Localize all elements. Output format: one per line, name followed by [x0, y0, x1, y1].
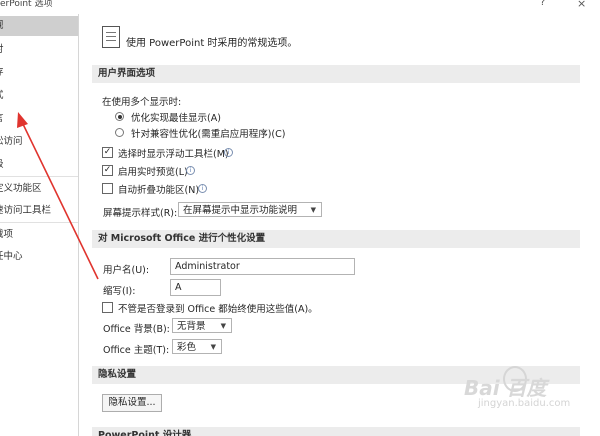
sidebar-item-customize-ribbon[interactable]: 定义功能区: [0, 179, 78, 199]
watermark-url: jingyan.baidu.com: [478, 398, 571, 409]
office-background-value: 无背景: [177, 321, 206, 332]
options-sidebar: 规 对 存 式 言 松访问 级 定义功能区 速访问工具栏 载项 任中心: [0, 14, 79, 436]
username-value: Administrator: [175, 261, 240, 272]
sidebar-item-proofing[interactable]: 对: [0, 40, 78, 60]
checkbox-collapse-ribbon[interactable]: [102, 183, 113, 194]
checkbox-live-preview[interactable]: ✓: [102, 165, 113, 176]
section-header-ui-options: 用户界面选项: [92, 65, 580, 83]
info-icon: i: [186, 166, 195, 175]
privacy-settings-button[interactable]: 隐私设置...: [102, 394, 162, 412]
tooltip-style-value: 在屏幕提示中显示功能说明: [183, 205, 298, 216]
chevron-down-icon: ▼: [310, 206, 316, 214]
checkbox-always-use-values-label[interactable]: 不管是否登录到 Office 都始终使用这些值(A)。: [118, 301, 318, 315]
sidebar-item-accessibility[interactable]: 松访问: [0, 132, 78, 152]
radio-compatibility[interactable]: [115, 128, 124, 137]
office-background-label: Office 背景(B):: [103, 324, 170, 335]
sidebar-item-addins[interactable]: 载项: [0, 225, 78, 245]
chevron-down-icon: ▼: [210, 343, 216, 351]
sidebar-item-trust-center[interactable]: 任中心: [0, 247, 78, 267]
office-theme-select[interactable]: 彩色 ▼: [172, 339, 222, 354]
office-background-select[interactable]: 无背景 ▼: [172, 318, 232, 333]
sidebar-item-general[interactable]: 规: [0, 16, 78, 36]
office-theme-value: 彩色: [177, 342, 197, 353]
section-header-personalize: 对 Microsoft Office 进行个性化设置: [92, 230, 580, 248]
checkbox-always-use-values[interactable]: [102, 302, 113, 313]
initials-input[interactable]: A: [170, 279, 221, 296]
sidebar-divider: [0, 222, 78, 223]
info-icon: i: [224, 148, 233, 157]
general-options-icon: [102, 26, 120, 48]
username-label: 用户名(U):: [103, 265, 150, 276]
sidebar-item-advanced[interactable]: 级: [0, 155, 78, 175]
radio-compatibility-label[interactable]: 针对兼容性优化(需重启应用程序)(C): [131, 126, 285, 140]
sidebar-divider: [0, 176, 78, 177]
checkbox-live-preview-label[interactable]: 启用实时预览(L): [118, 164, 188, 178]
initials-label: 缩写(I):: [103, 286, 136, 297]
checkbox-collapse-ribbon-label[interactable]: 自动折叠功能区(N): [118, 182, 199, 196]
close-button[interactable]: ×: [577, 0, 586, 10]
office-theme-label: Office 主题(T):: [103, 345, 170, 356]
info-icon: i: [198, 184, 207, 193]
tooltip-style-select[interactable]: 在屏幕提示中显示功能说明 ▼: [178, 202, 322, 217]
intro-text: 使用 PowerPoint 时采用的常规选项。: [126, 38, 298, 49]
chevron-down-icon: ▼: [220, 322, 226, 330]
username-input[interactable]: Administrator: [170, 258, 355, 275]
window-title: erPoint 选项: [0, 0, 53, 9]
sidebar-item-language[interactable]: 言: [0, 109, 78, 129]
radio-optimize-display[interactable]: [115, 112, 124, 121]
sidebar-item-quick-access-toolbar[interactable]: 速访问工具栏: [0, 201, 78, 221]
sidebar-item-format[interactable]: 式: [0, 86, 78, 106]
help-button[interactable]: ?: [540, 0, 545, 8]
sidebar-item-save[interactable]: 存: [0, 63, 78, 83]
title-bar: erPoint 选项 ? ×: [0, 0, 600, 12]
tooltip-style-label: 屏幕提示样式(R):: [103, 208, 178, 219]
multi-display-label: 在使用多个显示时:: [102, 97, 182, 108]
checkbox-mini-toolbar[interactable]: ✓: [102, 147, 113, 158]
watermark-brand: Bai 百度: [464, 376, 547, 400]
initials-value: A: [175, 282, 182, 293]
radio-optimize-display-label[interactable]: 优化实现最佳显示(A): [131, 110, 221, 124]
section-header-designer: PowerPoint 设计器: [92, 427, 580, 436]
checkbox-mini-toolbar-label[interactable]: 选择时显示浮动工具栏(M): [118, 146, 229, 160]
